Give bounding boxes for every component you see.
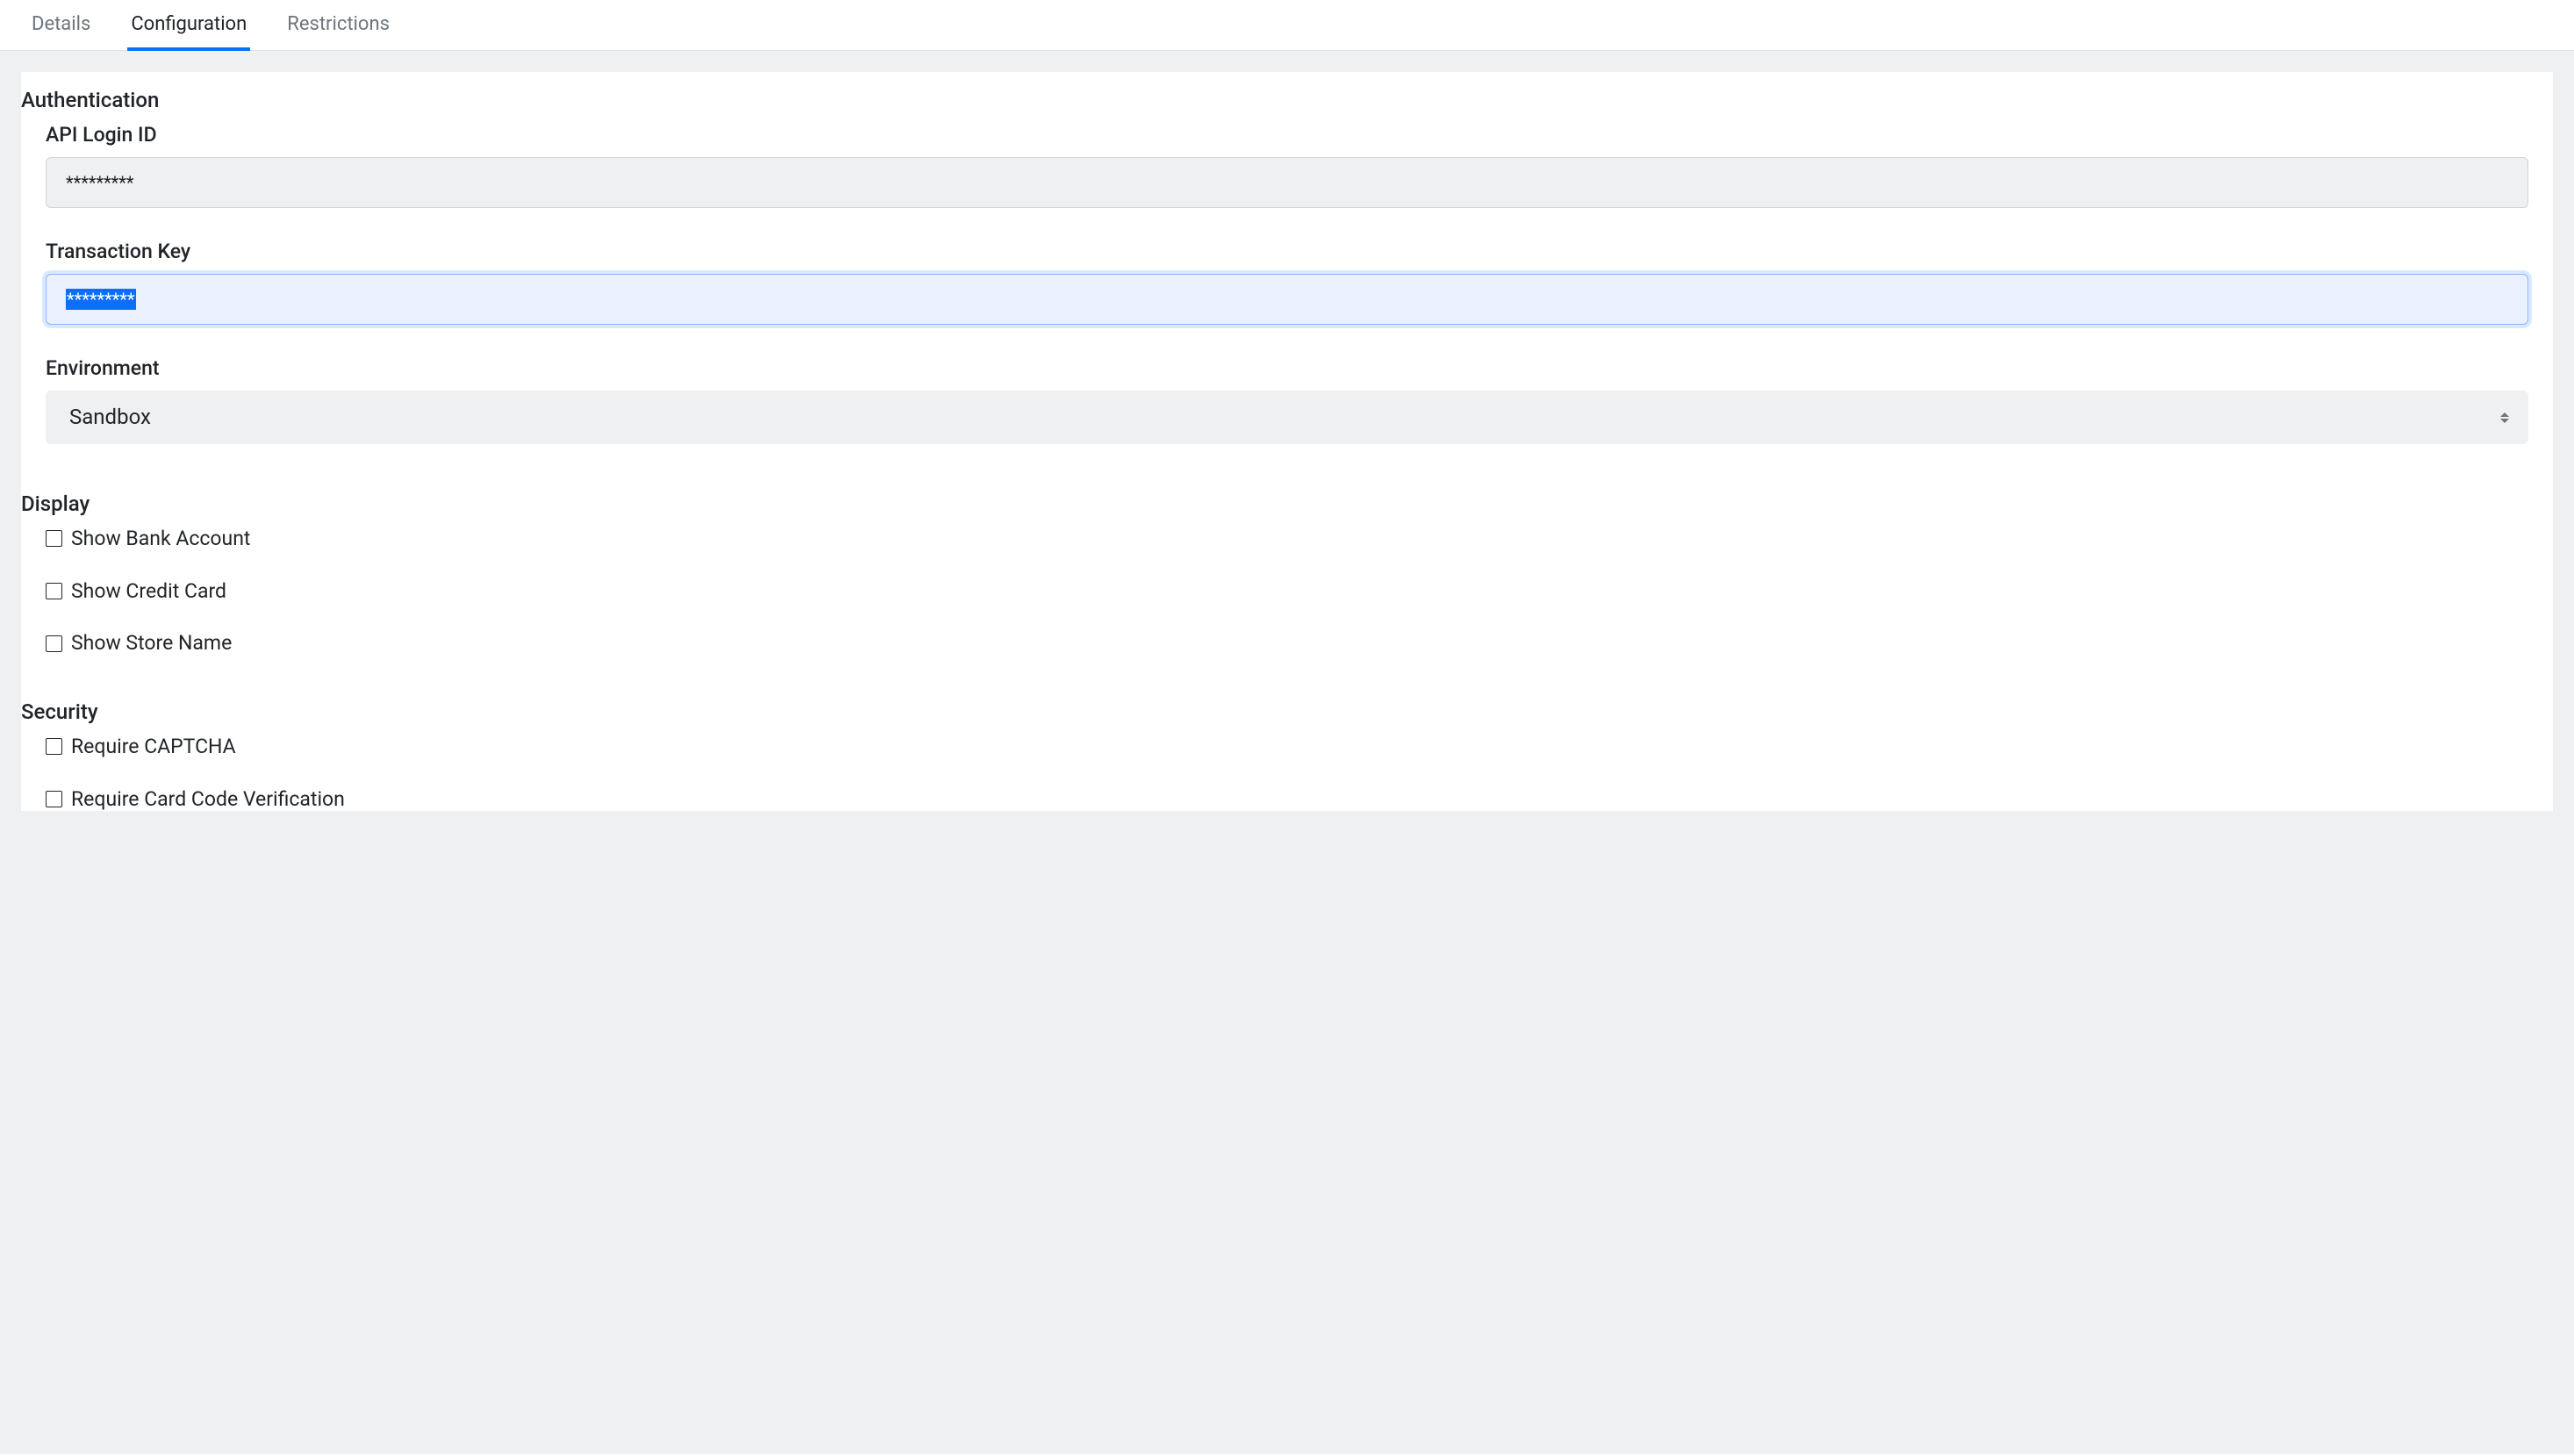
show-store-name-row: Show Store Name — [21, 631, 2553, 656]
authentication-heading: Authentication — [21, 72, 2553, 123]
show-credit-card-checkbox[interactable] — [46, 583, 62, 599]
configuration-panel: Authentication API Login ID ********* Tr… — [21, 72, 2553, 811]
tab-details[interactable]: Details — [28, 1, 94, 51]
environment-select[interactable]: Sandbox — [46, 391, 2528, 444]
api-login-id-label: API Login ID — [46, 123, 2528, 147]
show-credit-card-row: Show Credit Card — [21, 579, 2553, 604]
show-store-name-label[interactable]: Show Store Name — [71, 631, 232, 656]
require-captcha-row: Require CAPTCHA — [21, 735, 2553, 759]
environment-field: Environment Sandbox — [21, 356, 2553, 476]
require-cvv-row: Require Card Code Verification — [21, 787, 2553, 812]
tab-configuration[interactable]: Configuration — [127, 1, 250, 51]
environment-label: Environment — [46, 356, 2528, 380]
tab-restrictions[interactable]: Restrictions — [283, 1, 393, 51]
show-bank-account-checkbox[interactable] — [46, 530, 62, 547]
transaction-key-input[interactable]: ********* — [46, 274, 2528, 325]
transaction-key-field: Transaction Key ********* — [21, 240, 2553, 356]
require-captcha-checkbox[interactable] — [46, 738, 62, 755]
require-cvv-checkbox[interactable] — [46, 791, 62, 807]
environment-select-wrapper: Sandbox — [46, 391, 2528, 444]
tab-bar: Details Configuration Restrictions — [0, 0, 2574, 51]
api-login-id-field: API Login ID ********* — [21, 123, 2553, 240]
page-body: Authentication API Login ID ********* Tr… — [0, 51, 2574, 1454]
security-heading: Security — [21, 684, 2553, 735]
show-credit-card-label[interactable]: Show Credit Card — [71, 579, 226, 604]
show-store-name-checkbox[interactable] — [46, 635, 62, 652]
require-captcha-label[interactable]: Require CAPTCHA — [71, 735, 236, 759]
show-bank-account-label[interactable]: Show Bank Account — [71, 527, 250, 551]
api-login-id-input[interactable]: ********* — [46, 157, 2528, 208]
require-cvv-label[interactable]: Require Card Code Verification — [71, 787, 345, 812]
show-bank-account-row: Show Bank Account — [21, 527, 2553, 551]
transaction-key-value: ********* — [66, 289, 136, 310]
transaction-key-label: Transaction Key — [46, 240, 2528, 263]
display-heading: Display — [21, 476, 2553, 527]
environment-value: Sandbox — [69, 405, 151, 429]
api-login-id-value: ********* — [66, 172, 134, 193]
